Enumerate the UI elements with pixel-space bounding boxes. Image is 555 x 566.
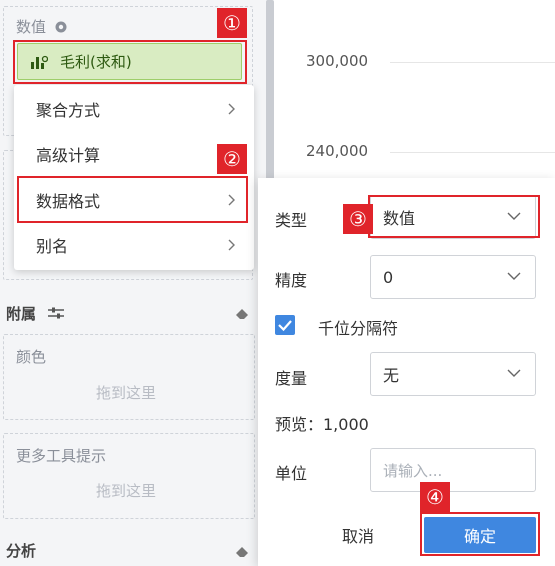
y-tick-label: 300,000 [306, 52, 369, 70]
menu-item-label: 聚合方式 [36, 101, 101, 120]
grid-line [390, 152, 555, 153]
unit-label: 单位 [275, 464, 308, 483]
menu-item-label: 别名 [36, 237, 69, 256]
tooltip-label: 更多工具提示 [16, 447, 107, 465]
precision-select-value: 0 [383, 267, 394, 287]
preview-text: 预览：1,000 [275, 415, 369, 434]
menu-item-label: 高级计算 [36, 146, 101, 165]
measure-select-value: 无 [383, 366, 400, 385]
type-label: 类型 [275, 211, 308, 230]
menu-item-alias[interactable]: 别名 [14, 223, 254, 267]
measure-label: 度量 [275, 369, 308, 388]
annotation-badge-3: ③ [343, 204, 373, 234]
values-section-label: 数值 [16, 18, 47, 36]
annotation-box-2 [17, 176, 248, 223]
annotation-box-4 [420, 512, 540, 556]
gear-icon[interactable] [54, 20, 68, 34]
measure-select[interactable]: 无 [370, 352, 536, 396]
eraser-icon[interactable] [234, 545, 250, 557]
checkmark-icon [278, 320, 292, 332]
chevron-down-icon [507, 369, 521, 377]
chevron-right-icon [228, 239, 235, 251]
attach-section-label: 附属 [6, 305, 37, 323]
color-drop-hint: 拖到这里 [96, 384, 157, 402]
eraser-icon[interactable] [234, 307, 250, 319]
grid-line [390, 62, 555, 63]
cancel-button[interactable]: 取消 [318, 518, 398, 552]
chevron-right-icon [228, 103, 235, 115]
annotation-badge-1: ① [217, 8, 247, 38]
thousands-separator-label: 千位分隔符 [318, 319, 399, 338]
color-label: 颜色 [16, 348, 47, 366]
precision-select[interactable]: 0 [370, 255, 536, 299]
annotation-box-1 [13, 40, 247, 84]
unit-input[interactable]: 请输入... [370, 448, 536, 492]
annotation-badge-2: ② [217, 144, 247, 174]
thousands-separator-checkbox[interactable] [275, 315, 295, 335]
y-tick-label: 240,000 [306, 142, 369, 160]
annotation-badge-4: ④ [420, 482, 450, 512]
analysis-section-label: 分析 [6, 542, 37, 560]
sliders-icon[interactable] [47, 306, 65, 320]
menu-item-aggregation[interactable]: 聚合方式 [14, 87, 254, 131]
tooltip-drop-hint: 拖到这里 [96, 482, 157, 500]
annotation-box-3 [368, 195, 540, 238]
chevron-down-icon [507, 272, 521, 280]
precision-label: 精度 [275, 271, 308, 290]
